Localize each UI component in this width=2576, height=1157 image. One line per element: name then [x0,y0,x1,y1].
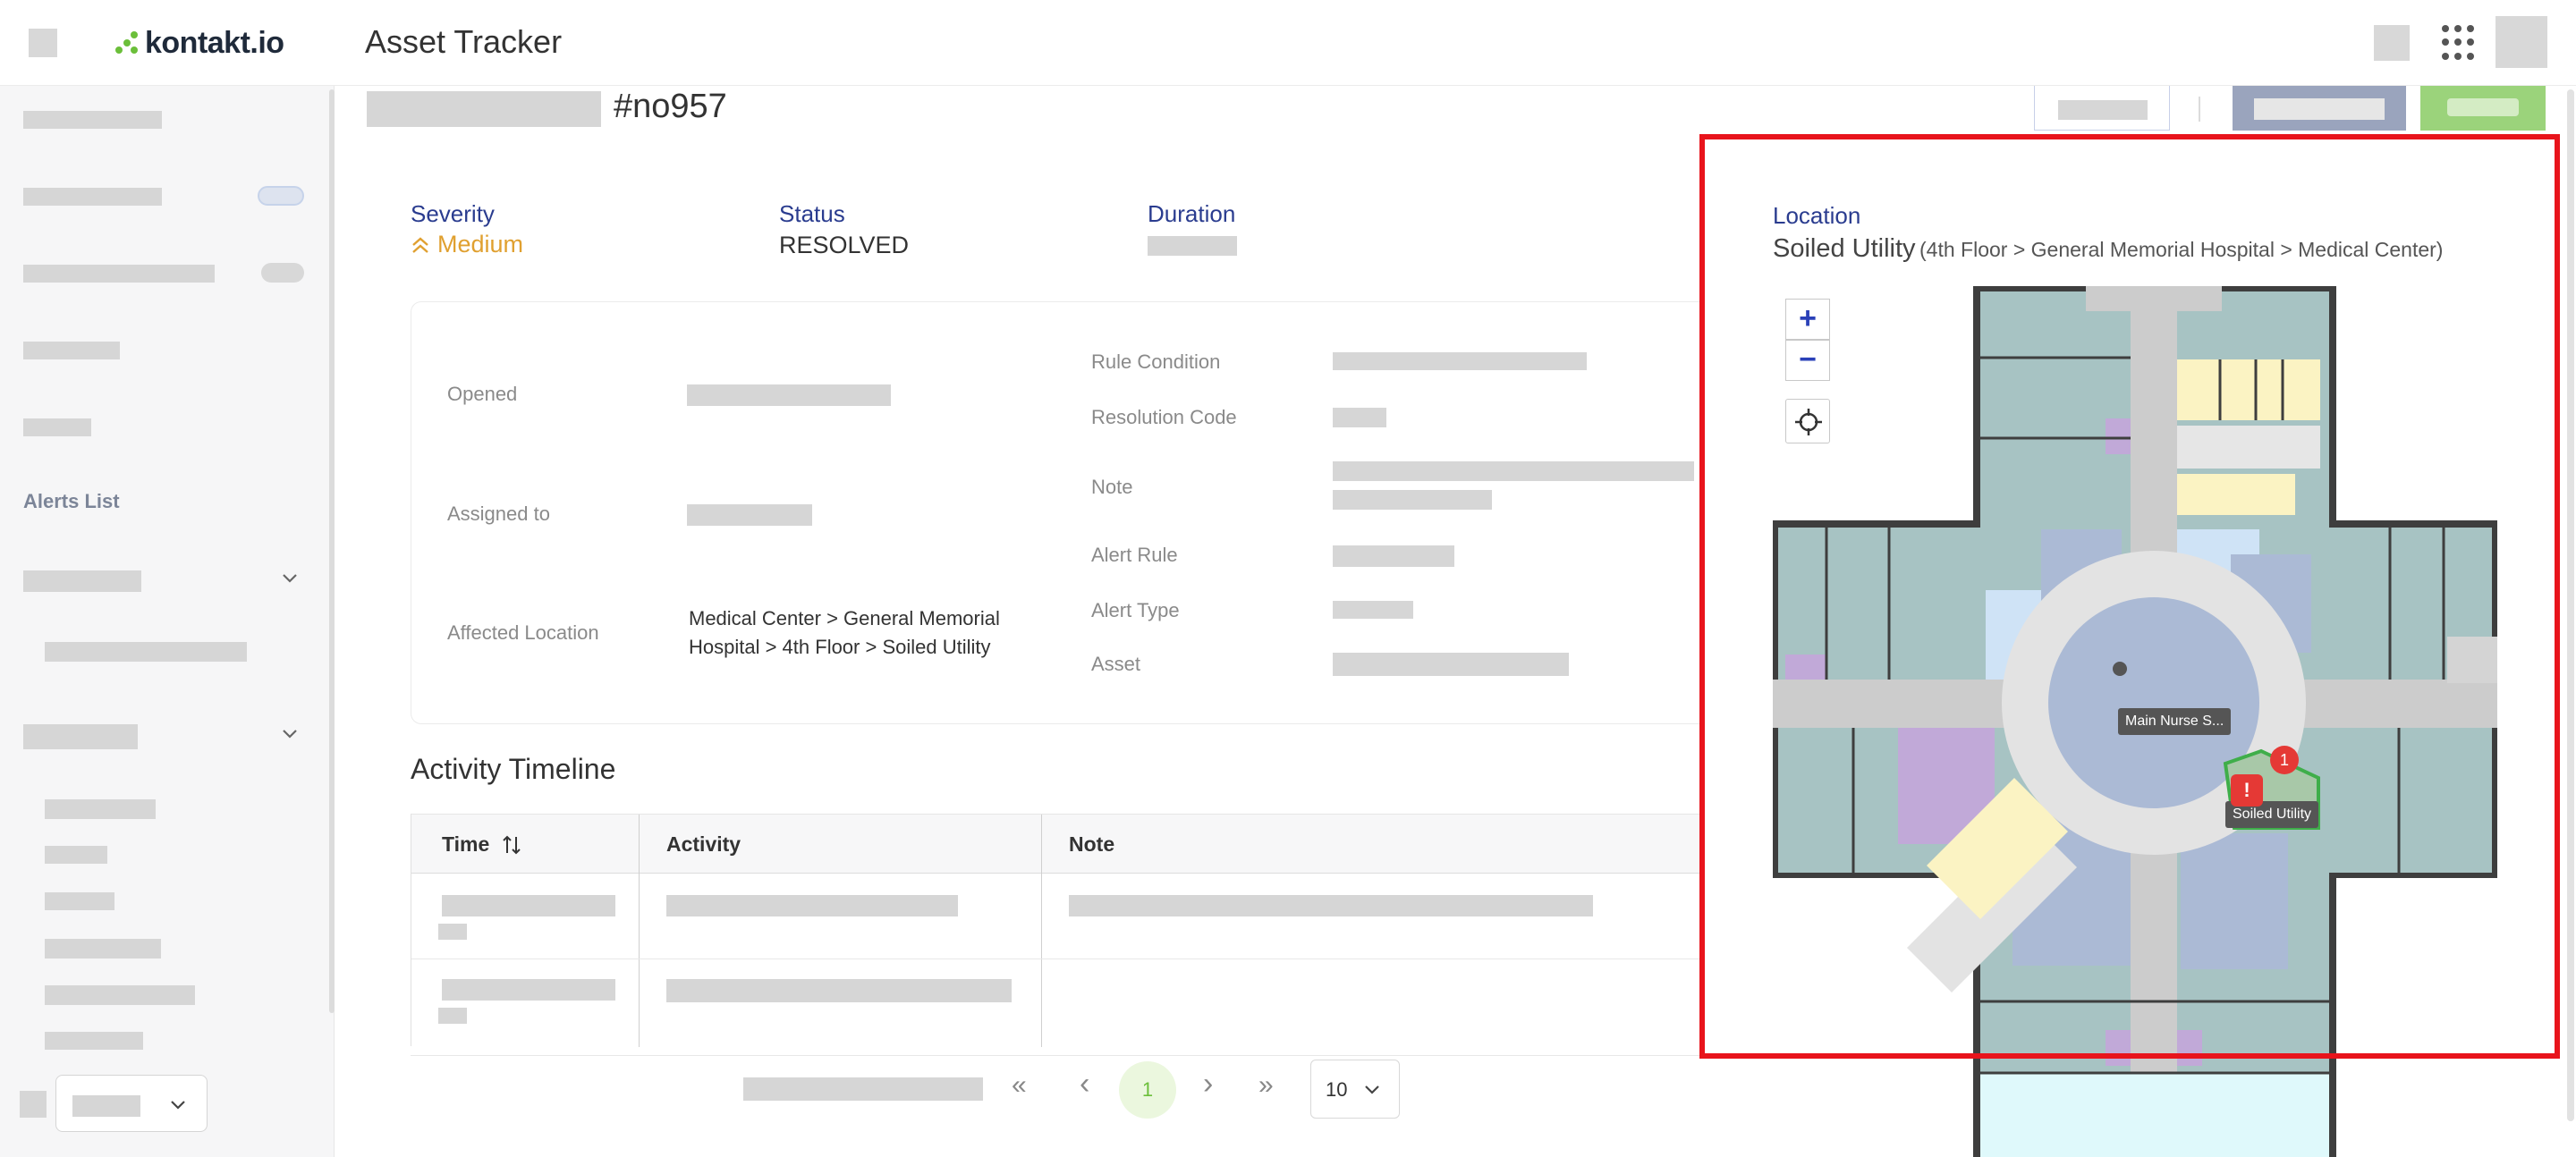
page-1-button[interactable]: 1 [1119,1061,1176,1119]
apps-grid-icon[interactable] [2442,25,2478,61]
alert-rule-label: Alert Rule [1091,544,1178,566]
location-label: Location [1773,202,1861,229]
logo-text: kontakt.io [145,25,284,60]
status-label: Status [779,200,845,227]
sidebar: Alerts List [0,86,335,1157]
alert-marker-icon[interactable]: ! [2231,774,2263,807]
activity-timeline-title: Activity Timeline [411,753,616,785]
sidebar-group-1[interactable] [23,570,141,592]
assigned-label: Assigned to [447,502,550,525]
timeline-table: Time Activity Note [411,814,1731,1047]
sidebar-subitem[interactable] [45,799,156,819]
alert-type-label: Alert Type [1091,599,1180,621]
table-row [411,959,1731,1045]
sidebar-subitem[interactable] [45,985,195,1005]
sort-arrows-icon[interactable] [500,833,523,857]
language-select[interactable] [55,1075,208,1132]
map-label-nurse-station[interactable]: Main Nurse S... [2118,708,2232,735]
help-icon[interactable] [2374,25,2410,61]
double-chevron-up-icon [412,236,428,253]
chevron-down-icon [167,1094,189,1119]
sidebar-item-4[interactable] [23,342,120,359]
chevron-down-icon[interactable] [279,567,301,588]
sidebar-item-5[interactable] [23,418,91,436]
chevron-down-icon [1361,1078,1383,1104]
sidebar-subitem[interactable] [45,892,114,910]
duration-label: Duration [1148,200,1236,227]
affected-location-label: Affected Location [447,621,599,644]
column-header-note: Note [1069,832,1115,856]
pagination: « ‹ 1 › » 10 [411,1055,1730,1132]
rule-condition-value [1333,352,1587,370]
column-header-time[interactable]: Time [442,832,523,857]
asset-value [1333,653,1569,676]
next-page-button[interactable]: › [1203,1067,1213,1102]
sidebar-item-3[interactable] [23,265,215,283]
alert-id: #no957 [614,88,727,125]
zoom-in-button[interactable]: + [1785,299,1830,340]
sidebar-badge-3 [261,263,304,283]
prev-page-button[interactable]: ‹ [1080,1067,1089,1102]
menu-icon[interactable] [29,29,57,57]
details-card: Opened Assigned to Affected Location Med… [411,301,1730,724]
pagination-summary [743,1077,983,1101]
note-label: Note [1091,476,1133,498]
status-value: RESOLVED [779,232,910,258]
page-scrollbar[interactable] [2567,89,2574,1121]
action-button-primary[interactable] [2420,86,2546,131]
sidebar-subitem[interactable] [45,642,247,662]
assigned-value [687,504,812,526]
alert-title-redacted [367,91,601,127]
sidebar-subitem[interactable] [45,939,161,959]
kontakt-logo[interactable]: kontakt.io [114,23,284,63]
rule-condition-label: Rule Condition [1091,350,1221,373]
sidebar-subitem[interactable] [45,846,107,864]
opened-label: Opened [447,383,518,405]
action-button-secondary[interactable] [2233,86,2406,131]
first-page-button[interactable]: « [1012,1070,1027,1101]
sidebar-badge-2 [258,186,304,206]
location-panel: Location Soiled Utility (4th Floor > Gen… [1703,134,2560,1157]
zoom-out-button[interactable]: − [1785,340,1830,381]
sidebar-subitem[interactable] [45,1032,143,1050]
table-row [411,874,1731,959]
sidebar-footer-icon[interactable] [20,1091,47,1118]
recenter-button[interactable] [1785,399,1830,443]
avatar[interactable] [2496,16,2547,68]
note-value-line1 [1333,461,1694,481]
app-title: Asset Tracker [365,23,563,60]
chevron-down-icon[interactable] [279,722,301,744]
severity-value: Medium [411,231,523,258]
column-header-activity: Activity [666,832,741,856]
action-button-outline[interactable] [2034,86,2170,131]
opened-value [687,384,891,406]
resolution-code-label: Resolution Code [1091,406,1237,428]
note-value-line2 [1333,490,1492,510]
asset-label: Asset [1091,653,1141,675]
sidebar-item-1[interactable] [23,111,162,129]
crosshair-icon [1795,409,1822,435]
severity-label: Severity [411,200,495,227]
duration-value [1148,236,1237,256]
page-size-select[interactable]: 10 [1310,1060,1400,1119]
resolution-code-value [1333,408,1386,427]
alert-rule-value [1333,545,1454,567]
affected-location-value: Medical Center > General Memorial Hospit… [689,607,1000,658]
location-room: Soiled Utility (4th Floor > General Memo… [1773,234,2444,263]
sidebar-group-2[interactable] [23,724,138,749]
last-page-button[interactable]: » [1258,1070,1274,1101]
sidebar-section-alerts-list[interactable]: Alerts List [23,490,120,513]
logo-mark-icon [115,31,138,54]
divider [2199,97,2200,122]
language-select-value [72,1095,140,1117]
sidebar-item-2[interactable] [23,188,162,206]
top-bar: kontakt.io Asset Tracker [0,0,2576,86]
alert-type-value [1333,601,1413,619]
alert-count-badge: 1 [2270,746,2299,774]
